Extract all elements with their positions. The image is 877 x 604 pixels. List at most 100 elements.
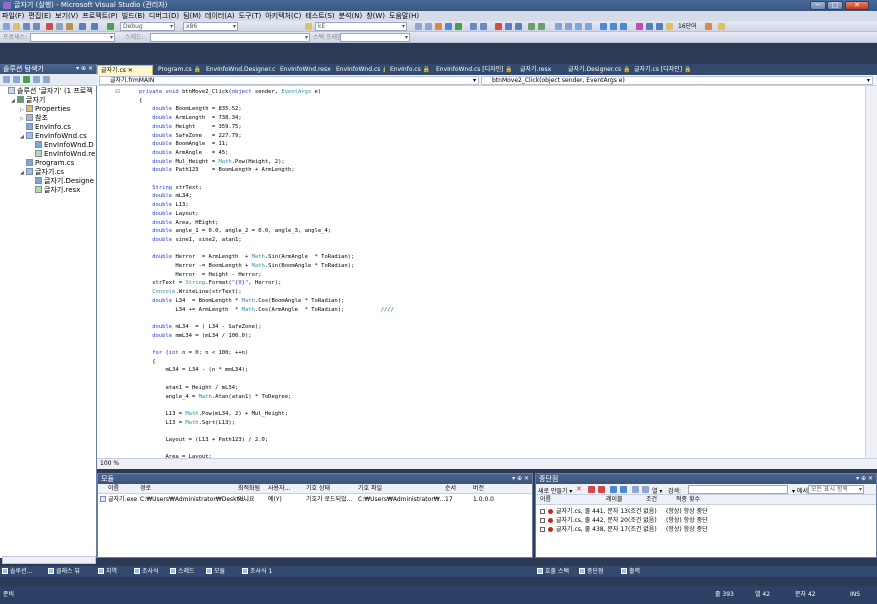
code-line[interactable]: Herror -= BoomLength + Math.Sin(BoomAngl… [139, 263, 354, 270]
menu-item[interactable]: 아키텍처(C) [263, 12, 303, 20]
clear-bookmark-icon[interactable] [585, 23, 592, 30]
tool-tab[interactable]: 호출 스택 [537, 567, 569, 576]
code-line[interactable]: Layout = (L13 + Path123) / 2.0; [139, 437, 268, 444]
tree-node[interactable]: EnvInfo.cs [20, 123, 71, 132]
indent-icon[interactable] [515, 23, 522, 30]
code-line[interactable]: for (int n = 0; n < 100; ++n) [139, 350, 248, 357]
panel-controls[interactable]: ▾ ⊕ ✕ [856, 474, 873, 484]
code-line[interactable]: double angle_1 = 0.0, angle_2 = 0.0, ang… [139, 228, 331, 235]
properties-icon[interactable] [3, 76, 10, 83]
menu-item[interactable]: 파일(F) [0, 12, 26, 20]
menu-item[interactable]: 도움말(H) [387, 12, 421, 20]
uncomment-icon[interactable] [538, 23, 545, 30]
hex-display-icon[interactable] [636, 23, 643, 30]
document-tab[interactable]: 글자기.cs ✕ [97, 65, 153, 75]
copy-icon[interactable] [56, 23, 63, 30]
code-line[interactable]: angle_4 = Math.Atan(atan1) * ToDegree; [139, 394, 291, 401]
go-to-disassembly-icon[interactable] [620, 486, 627, 493]
code-line[interactable]: double L13; [139, 202, 188, 209]
disable-all-icon[interactable] [598, 486, 605, 493]
column-header[interactable]: 이름 [108, 484, 119, 494]
code-line[interactable]: double mL34; [139, 193, 192, 200]
code-line[interactable]: L13 = Math.Pow(mL34, 2) + Mul_Height; [139, 411, 288, 418]
tool-tab[interactable]: 모듈 [206, 567, 225, 576]
tree-node[interactable]: 글자기.resx [29, 186, 80, 195]
tool-tab[interactable]: 중단점 [579, 567, 604, 576]
start-debug-icon[interactable] [107, 23, 114, 30]
menu-item[interactable]: 창(W) [364, 12, 387, 20]
filter-icon[interactable] [656, 23, 663, 30]
document-tab[interactable]: EnvInfoWnd.Designer.cs 🔒 [203, 65, 275, 75]
column-header[interactable]: 버전 [473, 484, 484, 494]
layout-icon[interactable] [470, 23, 477, 30]
tree-node[interactable]: 글자기.Designe [29, 177, 94, 186]
maximize-button[interactable]: □ [827, 1, 843, 10]
delete-all-icon[interactable] [588, 486, 595, 493]
find-in-files-icon[interactable] [305, 23, 312, 30]
start-page-icon[interactable] [455, 23, 462, 30]
refresh-icon[interactable] [23, 76, 30, 83]
step-into-icon[interactable] [600, 23, 607, 30]
properties-window-icon[interactable] [425, 23, 432, 30]
code-line[interactable]: double Layout; [139, 211, 198, 218]
stack-frame-combo[interactable] [340, 33, 410, 42]
config-combo[interactable]: Debug [120, 22, 175, 31]
tool-tab[interactable]: 지역 [98, 567, 117, 576]
find-combo[interactable]: kE [315, 22, 407, 31]
tool-tab[interactable]: 조사식 [134, 567, 159, 576]
tree-node[interactable]: EnvInfoWnd.re [29, 150, 95, 159]
column-header[interactable]: 사용자... [268, 484, 290, 494]
tool-tab[interactable]: 출력 [621, 567, 640, 576]
export-icon[interactable] [632, 486, 639, 493]
close-button[interactable]: ✕ [845, 1, 869, 10]
solution-explorer-icon[interactable] [415, 23, 422, 30]
panel-controls[interactable]: ▾ ⊕ ✕ [76, 64, 93, 74]
extension-icon[interactable] [705, 23, 712, 30]
tree-node[interactable]: Program.cs [20, 159, 74, 168]
code-line[interactable]: Console.WriteLine(strText); [139, 289, 241, 296]
layout2-icon[interactable] [480, 23, 487, 30]
code-line[interactable]: double Herror = ArmLength + Math.Sin(Arm… [139, 254, 354, 261]
menu-item[interactable]: 분석(N) [337, 12, 365, 20]
menu-item[interactable]: 프로젝트(P) [80, 12, 119, 20]
menu-item[interactable]: 빌드(B) [120, 12, 147, 20]
breakpoint-toggle-icon[interactable] [495, 23, 502, 30]
prev-bookmark-icon[interactable] [565, 23, 572, 30]
go-to-source-icon[interactable] [610, 486, 617, 493]
bookmark-icon[interactable] [555, 23, 562, 30]
menu-item[interactable]: 디버그(D) [147, 12, 181, 20]
breakpoint-row[interactable]: 글자기.cs, 줄 438, 문자 17 (조건 없음) (항상) 항상 중단 [536, 525, 876, 534]
breakpoint-gutter[interactable] [97, 86, 111, 458]
comment-icon[interactable] [528, 23, 535, 30]
font-icon[interactable] [666, 23, 673, 30]
next-bookmark-icon[interactable] [575, 23, 582, 30]
new-project-icon[interactable] [3, 23, 10, 30]
editor-vertical-scrollbar[interactable] [865, 86, 877, 458]
column-header[interactable]: 레이블 [606, 495, 623, 505]
step-over-icon[interactable] [610, 23, 617, 30]
menu-item[interactable]: 팀(M) [181, 12, 203, 20]
breakpoint-checkbox[interactable] [540, 527, 545, 532]
new-breakpoint-button[interactable]: 새로 만들기 ▾ [538, 486, 572, 495]
tool-tab[interactable]: 스레드 [170, 567, 195, 576]
code-line[interactable]: double SafeZone = 227.79; [139, 133, 241, 140]
code-line[interactable]: atan1 = Height / mL34; [139, 385, 238, 392]
show-all-files-icon[interactable] [13, 76, 20, 83]
process-combo[interactable] [30, 33, 115, 42]
breakpoint-row[interactable]: 글자기.cs, 줄 441, 문자 13 (조건 없음) (항상) 항상 중단 [536, 507, 876, 516]
column-header[interactable]: 순서 [445, 484, 456, 494]
toolbox-icon[interactable] [435, 23, 442, 30]
code-line[interactable]: String strText; [139, 185, 202, 192]
code-line[interactable]: double BoomAngle = 11; [139, 141, 228, 148]
code-line[interactable]: strText = String.Format("{0}", Herror); [139, 280, 281, 287]
tree-node[interactable]: ◢ EnvInfoWnd.cs [20, 132, 87, 141]
panel-controls[interactable]: ▾ ⊕ ✕ [512, 474, 529, 484]
column-header[interactable]: 기호 파일 [358, 484, 382, 494]
column-header[interactable]: 이름 [540, 495, 551, 505]
member-combo[interactable]: btnMove2_Click(object sender, EventArgs … [481, 76, 873, 85]
code-area[interactable]: private void btnMove2_Click(object sende… [97, 86, 865, 458]
step-out-icon[interactable] [620, 23, 627, 30]
tree-node[interactable]: EnvInfoWnd.D [29, 141, 94, 150]
collapse-icon[interactable]: ⊟ [115, 88, 120, 95]
paste-icon[interactable] [66, 23, 73, 30]
